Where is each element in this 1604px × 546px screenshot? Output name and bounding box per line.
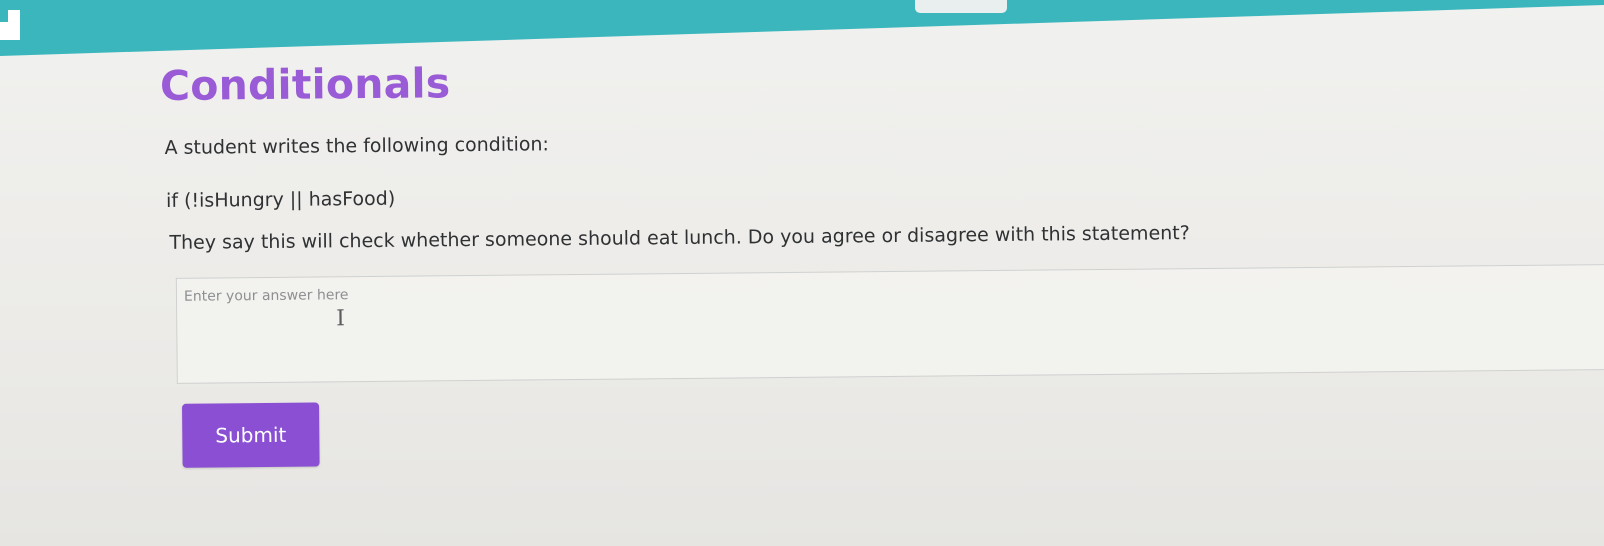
answer-input[interactable] — [176, 265, 1604, 383]
answer-field-container: I — [175, 264, 1604, 384]
text-cursor-icon: I — [336, 306, 346, 332]
lesson-page: Conditionals A student writes the follow… — [0, 0, 1604, 546]
lesson-content: Conditionals A student writes the follow… — [0, 0, 1604, 546]
question-text: They say this will check whether someone… — [169, 222, 1190, 254]
question-prompt: A student writes the following condition… — [164, 133, 549, 159]
page-title: Conditionals — [159, 59, 451, 110]
submit-button[interactable]: Submit — [182, 402, 320, 468]
code-condition: if (!isHungry || hasFood) — [165, 187, 396, 212]
